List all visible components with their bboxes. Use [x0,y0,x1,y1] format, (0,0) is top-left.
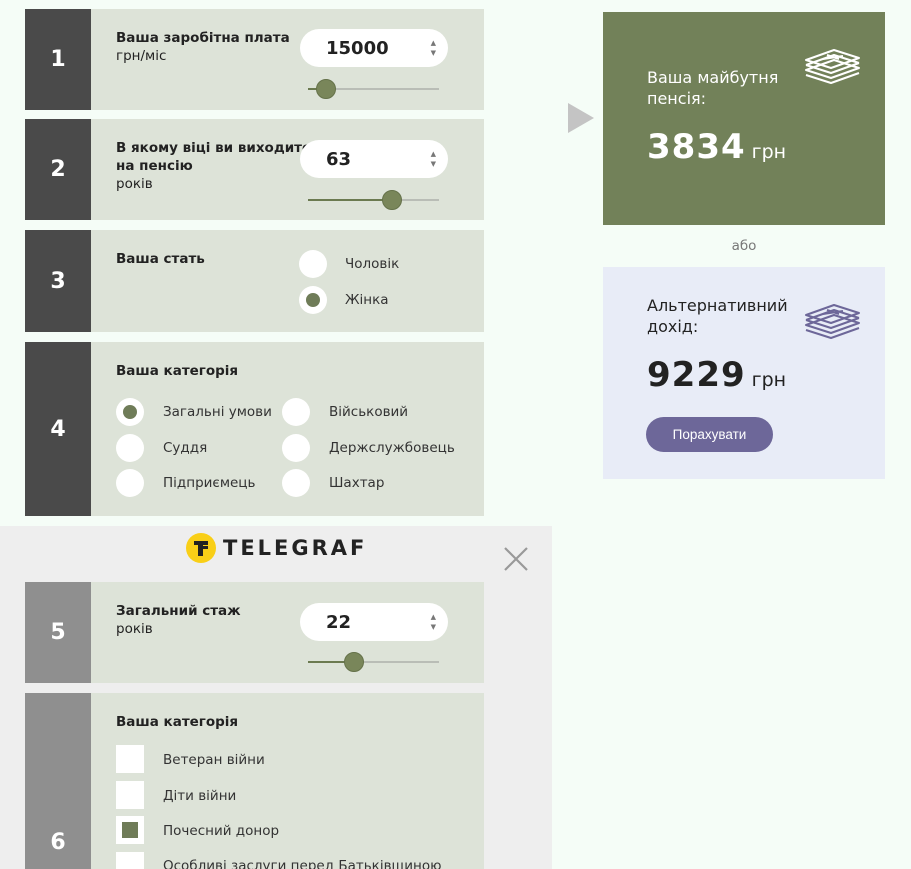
alternative-value: 9229 грн [647,355,787,395]
alternative-label: Альтернативний дохід: [647,296,788,336]
salary-row: 1 Ваша заробітна плата грн/міс 15000 ▲ ▼ [25,9,484,110]
step-number: 1 [25,9,91,110]
question-title: Ваша категорія [116,363,239,379]
close-icon[interactable] [503,546,529,572]
radio-label: Підприємець [163,475,256,491]
question-title: Загальний стаж років [116,603,241,637]
question-unit: років [116,621,153,637]
gender-panel: Ваша стать Чоловік Жінка [91,230,484,332]
slider-handle[interactable] [344,652,364,672]
checkbox-label: Ветеран війни [163,752,265,768]
experience-input[interactable]: 22 ▲ ▼ [300,603,448,641]
step-number: 2 [25,119,91,220]
question-title: Ваша заробітна плата грн/міс [116,30,290,64]
checkbox-label: Почесний донор [163,823,280,839]
checkbox-honorary-donor[interactable] [116,816,144,844]
step-number: 6 [25,693,91,869]
question-unit: грн/міс [116,48,167,64]
radio-label: Військовий [329,404,409,420]
radio-entrepreneur[interactable] [116,469,144,497]
pension-result-card: Ваша майбутня пенсія: 3834 грн [603,12,885,225]
extra-category-row: 6 Ваша категорія Ветеран війни Діти війн… [25,693,484,869]
checkbox-label: Особливі заслуги перед Батьківщиною [163,858,442,869]
radio-selected-dot [123,405,137,419]
gender-row: 3 Ваша стать Чоловік Жінка [25,230,484,332]
radio-civil-servant[interactable] [282,434,310,462]
experience-panel: Загальний стаж років 22 ▲ ▼ [91,582,484,683]
or-separator: або [731,238,757,254]
radio-miner[interactable] [282,469,310,497]
checkbox-war-veteran[interactable] [116,745,144,773]
radio-military[interactable] [282,398,310,426]
slider-handle[interactable] [382,190,402,210]
salary-panel: Ваша заробітна плата грн/міс 15000 ▲ ▼ [91,9,484,110]
telegraf-logo: TELEGRAF [186,533,367,563]
checkbox-war-children[interactable] [116,781,144,809]
checkbox-special-merits[interactable] [116,852,144,869]
radio-label: Жінка [345,292,389,308]
question-title: Ваша категорія [116,714,239,730]
checkbox-label: Діти війни [163,788,237,804]
step-number: 4 [25,342,91,516]
spinner-arrows-icon[interactable]: ▲ ▼ [431,612,436,632]
radio-label: Загальні умови [163,404,272,420]
arrow-right-icon [568,103,594,133]
salary-slider[interactable] [308,79,439,99]
radio-label: Держслужбовець [329,440,455,456]
radio-label: Суддя [163,440,208,456]
radio-selected-dot [306,293,320,307]
radio-general-conditions[interactable] [116,398,144,426]
checkbox-checked-fill [122,822,138,838]
money-stack-icon [805,49,860,84]
money-stack-icon [805,304,860,339]
radio-judge[interactable] [116,434,144,462]
retirement-age-input[interactable]: 63 ▲ ▼ [300,140,448,178]
question-title: Ваша стать [116,251,205,267]
salary-input[interactable]: 15000 ▲ ▼ [300,29,448,67]
slider-fill [308,199,392,201]
step-number: 3 [25,230,91,332]
radio-label: Чоловік [345,256,400,272]
experience-slider[interactable] [308,652,439,672]
radio-male[interactable] [299,250,327,278]
telegraf-logo-icon [186,533,216,563]
pension-value: 3834 грн [647,127,787,167]
radio-label: Шахтар [329,475,385,491]
spinner-arrows-icon[interactable]: ▲ ▼ [431,38,436,58]
retirement-age-slider[interactable] [308,190,439,210]
extra-category-panel: Ваша категорія Ветеран війни Діти війни … [91,693,484,869]
retirement-age-panel: В якому віці ви виходите на пенсію років… [91,119,484,220]
retirement-age-row: 2 В якому віці ви виходите на пенсію рок… [25,119,484,220]
pension-label: Ваша майбутня пенсія: [647,68,779,108]
question-title: В якому віці ви виходите на пенсію років [116,140,312,192]
radio-female[interactable] [299,286,327,314]
category-row: 4 Ваша категорія Загальні умови Військов… [25,342,484,516]
experience-row: 5 Загальний стаж років 22 ▲ ▼ [25,582,484,683]
telegraf-brand-text: TELEGRAF [223,536,368,560]
slider-handle[interactable] [316,79,336,99]
category-panel: Ваша категорія Загальні умови Військовий… [91,342,484,516]
step-number: 5 [25,582,91,683]
alternative-income-card: Альтернативний дохід: 9229 грн Порахувати [603,267,885,479]
question-unit: років [116,176,153,192]
calculate-button[interactable]: Порахувати [646,417,773,452]
spinner-arrows-icon[interactable]: ▲ ▼ [431,149,436,169]
